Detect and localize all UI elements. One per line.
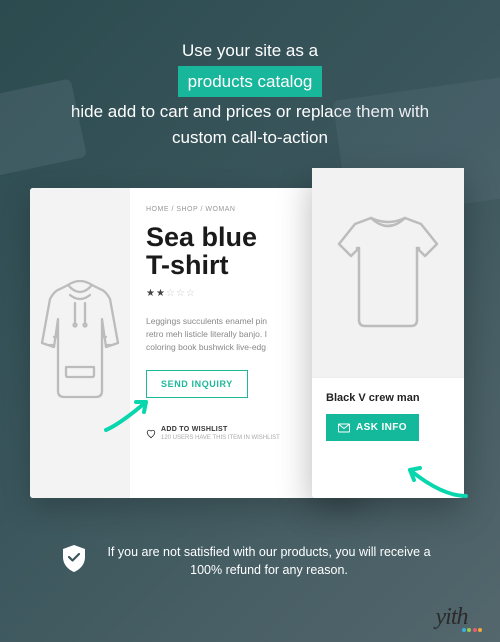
- ask-info-button[interactable]: ASK INFO: [326, 414, 419, 441]
- wishlist-sub: 120 USERS HAVE THIS ITEM IN WISHLIST: [161, 435, 280, 441]
- envelope-icon: [338, 423, 350, 433]
- headline-highlight: products catalog: [178, 66, 323, 98]
- brand-logo: yith: [436, 604, 483, 632]
- product-image-tshirt: [312, 168, 464, 378]
- guarantee-row: If you are not satisfied with our produc…: [0, 543, 500, 581]
- product-grid-card: Black V crew man ASK INFO: [312, 168, 464, 498]
- mockup-container: HOME / SHOP / WOMAN Sea blue T-shirt ★★☆…: [30, 168, 470, 528]
- grid-product-name: Black V crew man: [326, 392, 450, 404]
- shield-icon: [61, 543, 87, 573]
- brand-name: yith: [436, 604, 483, 631]
- product-image-hoodie: [30, 188, 130, 498]
- send-inquiry-button[interactable]: SEND INQUIRY: [146, 370, 248, 398]
- hoodie-icon: [40, 273, 120, 413]
- guarantee-text: If you are not satisfied with our produc…: [99, 543, 439, 581]
- brand-dots: [462, 628, 483, 632]
- heart-icon: [146, 429, 156, 439]
- wishlist-label: ADD TO WISHLIST: [161, 426, 280, 433]
- headline-line1: Use your site as a: [182, 41, 318, 60]
- tshirt-icon: [333, 208, 443, 338]
- headline-line2b: custom call-to-action: [172, 128, 328, 147]
